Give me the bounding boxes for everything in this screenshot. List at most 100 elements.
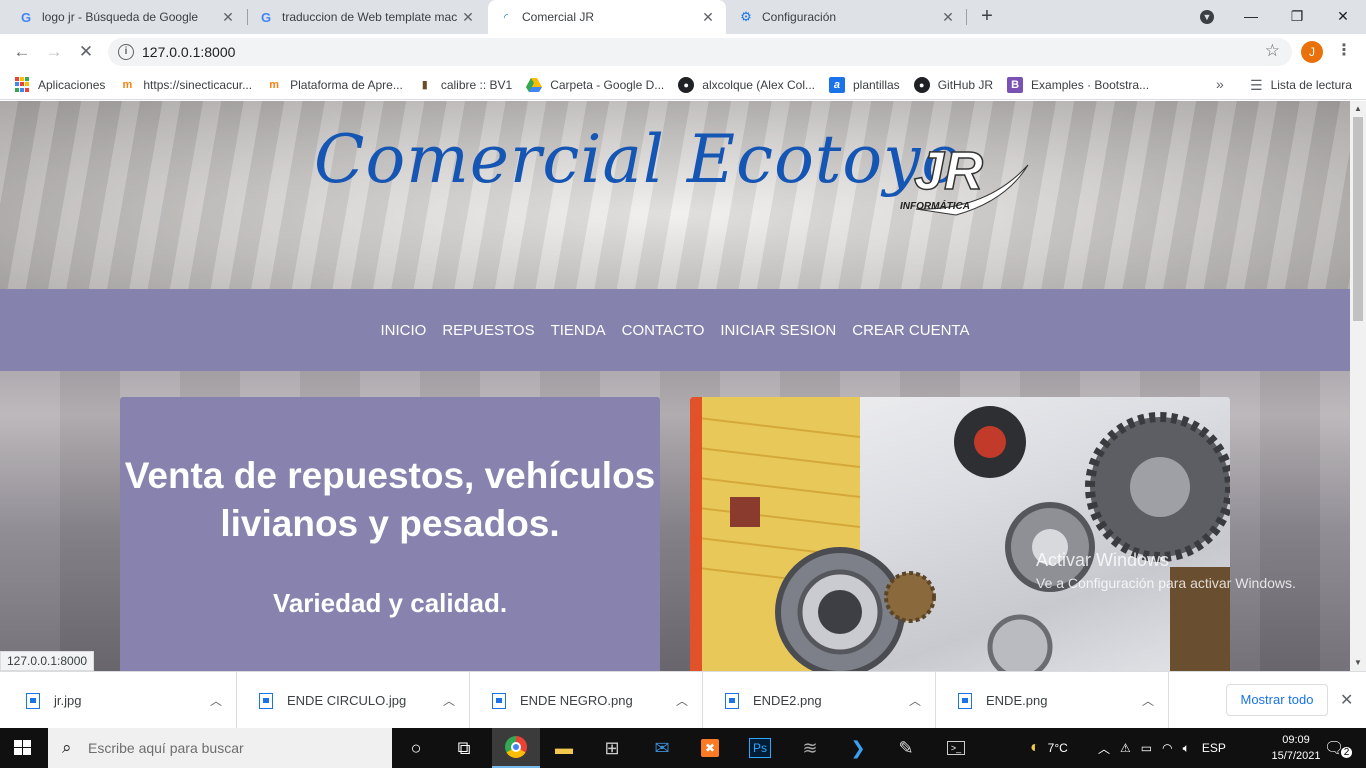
nav-tienda[interactable]: TIENDA [551,322,606,339]
tab-title: logo jr - Búsqueda de Google [42,10,199,24]
close-tab-icon[interactable]: ✕ [700,9,716,26]
bookmark-plantillas[interactable]: a plantillas [828,76,900,93]
battery-icon[interactable]: ▭ [1141,741,1152,755]
photoshop-icon[interactable]: Ps [736,728,784,768]
more-bookmarks-icon[interactable]: » [1216,76,1224,92]
start-button[interactable] [0,728,48,768]
bookmark-calibre[interactable]: ▮ calibre :: BV1 [417,77,512,93]
bookmark-apps[interactable]: Aplicaciones [14,76,106,93]
close-tab-icon[interactable]: ✕ [220,9,236,26]
chevron-up-icon[interactable]: ︿ [210,692,222,709]
close-download-shelf-icon[interactable]: ✕ [1340,690,1353,710]
tab-comercial-jr[interactable]: ◜ Comercial JR ✕ [488,0,726,34]
download-item[interactable]: jr.jpg ︿ [4,672,237,729]
back-button[interactable]: ← [10,40,34,64]
url-text[interactable]: 127.0.0.1:8000 [142,44,235,60]
bookmark-bootstrap[interactable]: B Examples · Bootstra... [1007,76,1150,93]
site-info-icon[interactable]: i [118,44,134,60]
reading-list-button[interactable]: ☰ Lista de lectura [1250,70,1352,100]
main-nav: INICIO REPUESTOS TIENDA CONTACTO INICIAR… [0,289,1350,371]
download-item[interactable]: ENDE2.png ︿ [703,672,936,729]
google-icon: G [260,9,272,25]
forward-button[interactable]: → [42,40,66,64]
jr-logo: JR INFORMÁTICA [900,140,1029,216]
wifi-icon[interactable]: ◠ [1162,741,1172,755]
bookmarks-bar: Aplicaciones m https://sinecticacur... m… [0,70,1366,100]
chevron-up-icon[interactable]: ︿ [909,692,921,709]
cortana-icon[interactable]: ○ [392,728,440,768]
bookmark-google-drive[interactable]: Carpeta - Google D... [526,77,664,93]
address-bar[interactable]: i 127.0.0.1:8000 ☆ [108,38,1292,66]
tab-settings[interactable]: ⚙ Configuración ✕ [728,0,966,34]
close-tab-icon[interactable]: ✕ [460,9,476,26]
chevron-up-icon[interactable]: ︿ [676,692,688,709]
google-drive-icon [526,77,543,93]
nav-contacto[interactable]: CONTACTO [622,322,705,339]
chevron-up-icon[interactable]: ︿ [1142,692,1154,709]
download-item[interactable]: ENDE CIRCULO.jpg ︿ [237,672,470,729]
chevron-up-icon[interactable]: ︿ [1098,740,1110,757]
maximize-button[interactable]: ❐ [1274,0,1320,34]
paint-icon[interactable]: ✎ [882,728,930,768]
bookmark-github-jr[interactable]: ● GitHub JR [913,76,993,93]
network-warning-icon[interactable]: ⚠ [1120,741,1131,755]
vscode-icon[interactable]: ❯ [834,728,882,768]
chevron-up-icon[interactable]: ︿ [443,692,455,709]
bookmark-sinecticacur[interactable]: m https://sinecticacur... [119,77,252,93]
mail-icon[interactable]: ✉ [638,728,686,768]
bookmark-label: Examples · Bootstra... [1031,77,1150,92]
language-indicator[interactable]: ESP [1202,741,1226,755]
profile-avatar[interactable]: J [1301,41,1323,63]
taskbar-search-input[interactable]: ⌕ Escribe aquí para buscar [48,728,392,768]
image-file-icon [26,692,40,709]
brand-title: Comercial Ecotoyo [314,121,963,198]
tab-google-search-logo[interactable]: G logo jr - Búsqueda de Google ✕ [8,0,246,34]
close-window-button[interactable]: ✕ [1320,0,1366,34]
scroll-down-arrow[interactable]: ▼ [1350,655,1366,671]
clock[interactable]: 09:09 15/7/2021 [1268,732,1324,764]
hero-subheading: Variedad y calidad. [272,588,508,618]
database-icon[interactable]: ≋ [786,728,834,768]
nav-iniciar-sesion[interactable]: INICIAR SESION [720,322,836,339]
bookmark-star-icon[interactable]: ☆ [1265,41,1280,61]
notifications-button[interactable]: 🗨︎ 2 [1324,738,1353,758]
stop-loading-button[interactable]: ✕ [74,40,98,64]
image-file-icon [259,692,273,709]
loading-icon: ◜ [503,11,509,24]
scroll-up-arrow[interactable]: ▲ [1350,101,1366,117]
apps-grid-icon [14,76,30,93]
chrome-taskbar-icon[interactable] [492,728,540,768]
bookmark-alxcolque[interactable]: ● alxcolque (Alex Col... [678,76,815,93]
task-view-icon[interactable]: ⧉ [440,728,488,768]
chrome-menu-icon[interactable]: ⋮ [1336,40,1352,60]
download-item[interactable]: ENDE NEGRO.png ︿ [470,672,703,729]
tab-title: traduccion de Web template mac [282,10,458,24]
new-tab-button[interactable]: + [976,5,998,27]
bookmark-label: Aplicaciones [38,77,106,92]
nav-crear-cuenta[interactable]: CREAR CUENTA [852,322,969,339]
notification-count: 2 [1340,747,1353,758]
scroll-thumb[interactable] [1353,117,1363,321]
download-filename: ENDE.png [986,693,1048,708]
volume-icon[interactable]: 🔈︎ [1183,741,1190,756]
page-scrollbar[interactable]: ▲ ▼ [1350,101,1366,671]
bookmark-plataforma[interactable]: m Plataforma de Apre... [266,77,403,93]
xampp-icon[interactable]: ✖ [686,728,734,768]
tab-google-translate[interactable]: G traduccion de Web template mac ✕ [248,0,486,34]
bookmark-label: calibre :: BV1 [440,77,513,92]
github-icon: ● [678,76,695,93]
close-tab-icon[interactable]: ✕ [940,9,956,26]
nav-repuestos[interactable]: REPUESTOS [442,322,534,339]
moodle-icon: m [122,78,133,91]
nav-inicio[interactable]: INICIO [381,322,427,339]
store-icon[interactable]: ⊞ [588,728,636,768]
weather-widget[interactable]: ◐ 7°C [1030,728,1068,768]
download-item[interactable]: ENDE.png ︿ [936,672,1169,729]
file-explorer-icon[interactable]: ▬ [540,728,588,768]
minimize-button[interactable]: — [1228,0,1274,34]
search-icon: ⌕ [62,738,72,757]
weather-sun-icon: ◐ [1030,739,1040,756]
show-all-downloads-button[interactable]: Mostrar todo [1226,684,1328,716]
terminal-icon[interactable]: >_ [932,728,980,768]
tab-search-button[interactable]: ▼ [1184,0,1230,34]
